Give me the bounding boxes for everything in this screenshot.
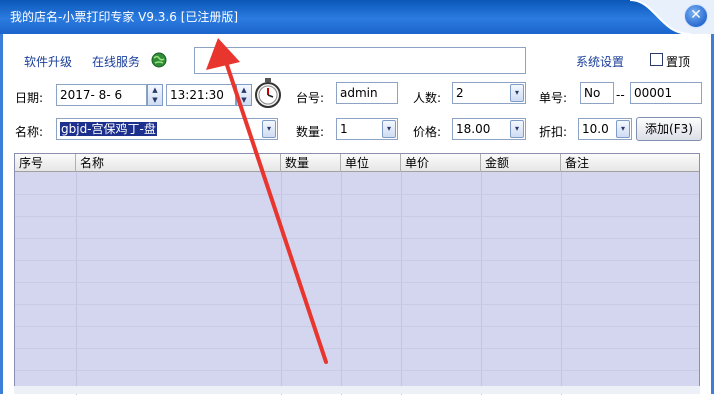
name-label: 名称: [15, 125, 44, 139]
grid-row-line [15, 194, 699, 195]
pin-top-label: 置顶 [666, 55, 691, 69]
column-header-unit-price[interactable]: 单价 [401, 154, 481, 172]
item-name-field[interactable]: gbjd-宫保鸡丁-盘 [56, 118, 278, 140]
grid-divider [561, 172, 562, 395]
table-header: 序号 名称 数量 单位 单价 金额 备注 [15, 154, 699, 172]
people-dropdown-button[interactable]: ▾ [510, 84, 524, 102]
grid-divider [76, 172, 77, 395]
time-field[interactable]: 13:21:30 [166, 84, 236, 106]
item-name-selected-text: gbjd-宫保鸡丁-盘 [60, 122, 157, 136]
date-label: 日期: [15, 91, 44, 105]
time-spinner[interactable]: ▲ ▼ [236, 84, 252, 106]
window-title: 我的店名-小票打印专家 V9.3.6 [已注册版] [10, 10, 239, 24]
order-items-table[interactable]: 序号 名称 数量 单位 单价 金额 备注 [14, 153, 700, 395]
table-number-field[interactable]: admin [336, 82, 398, 104]
order-number-field[interactable]: 00001 [630, 82, 702, 104]
quantity-dropdown-button[interactable]: ▾ [382, 120, 396, 138]
table-number-label: 台号: [296, 91, 325, 105]
grid-row-line [15, 370, 699, 371]
column-header-quantity[interactable]: 数量 [281, 154, 341, 172]
people-label: 人数: [413, 91, 442, 105]
order-prefix-field[interactable]: No [580, 82, 614, 104]
order-separator: -- [616, 88, 625, 102]
horizontal-scrollbar[interactable] [14, 386, 700, 394]
grid-row-line [15, 326, 699, 327]
globe-icon[interactable] [151, 52, 167, 68]
system-settings-link[interactable]: 系统设置 [576, 53, 624, 70]
grid-divider [341, 172, 342, 395]
online-service-link[interactable]: 在线服务 [92, 53, 140, 70]
discount-dropdown-button[interactable]: ▾ [616, 120, 630, 138]
software-upgrade-link[interactable]: 软件升级 [24, 53, 72, 70]
discount-label: 折扣: [539, 125, 568, 139]
column-header-remark[interactable]: 备注 [561, 154, 701, 172]
price-label: 价格: [413, 125, 442, 139]
grid-row-line [15, 216, 699, 217]
column-header-unit[interactable]: 单位 [341, 154, 401, 172]
grid-divider [481, 172, 482, 395]
add-button[interactable]: 添加(F3) [636, 117, 702, 141]
close-button[interactable]: ✕ [684, 4, 708, 28]
item-name-dropdown-button[interactable]: ▾ [262, 120, 276, 138]
info-display-box [194, 47, 526, 74]
grid-row-line [15, 238, 699, 239]
price-dropdown-button[interactable]: ▾ [510, 120, 524, 138]
column-header-index[interactable]: 序号 [15, 154, 76, 172]
column-header-amount[interactable]: 金额 [481, 154, 561, 172]
column-header-name[interactable]: 名称 [76, 154, 281, 172]
title-bar: 我的店名-小票打印专家 V9.3.6 [已注册版] ✕ [0, 0, 714, 34]
stopwatch-icon[interactable] [253, 77, 283, 109]
grid-row-line [15, 348, 699, 349]
quantity-label: 数量: [296, 125, 325, 139]
pin-top-checkbox[interactable] [650, 53, 663, 66]
date-field[interactable]: 2017- 8- 6 [56, 84, 147, 106]
grid-divider [281, 172, 282, 395]
date-spinner[interactable]: ▲ ▼ [147, 84, 163, 106]
grid-divider [401, 172, 402, 395]
order-number-label: 单号: [539, 91, 568, 105]
grid-row-line [15, 304, 699, 305]
grid-row-line [15, 282, 699, 283]
grid-row-line [15, 260, 699, 261]
